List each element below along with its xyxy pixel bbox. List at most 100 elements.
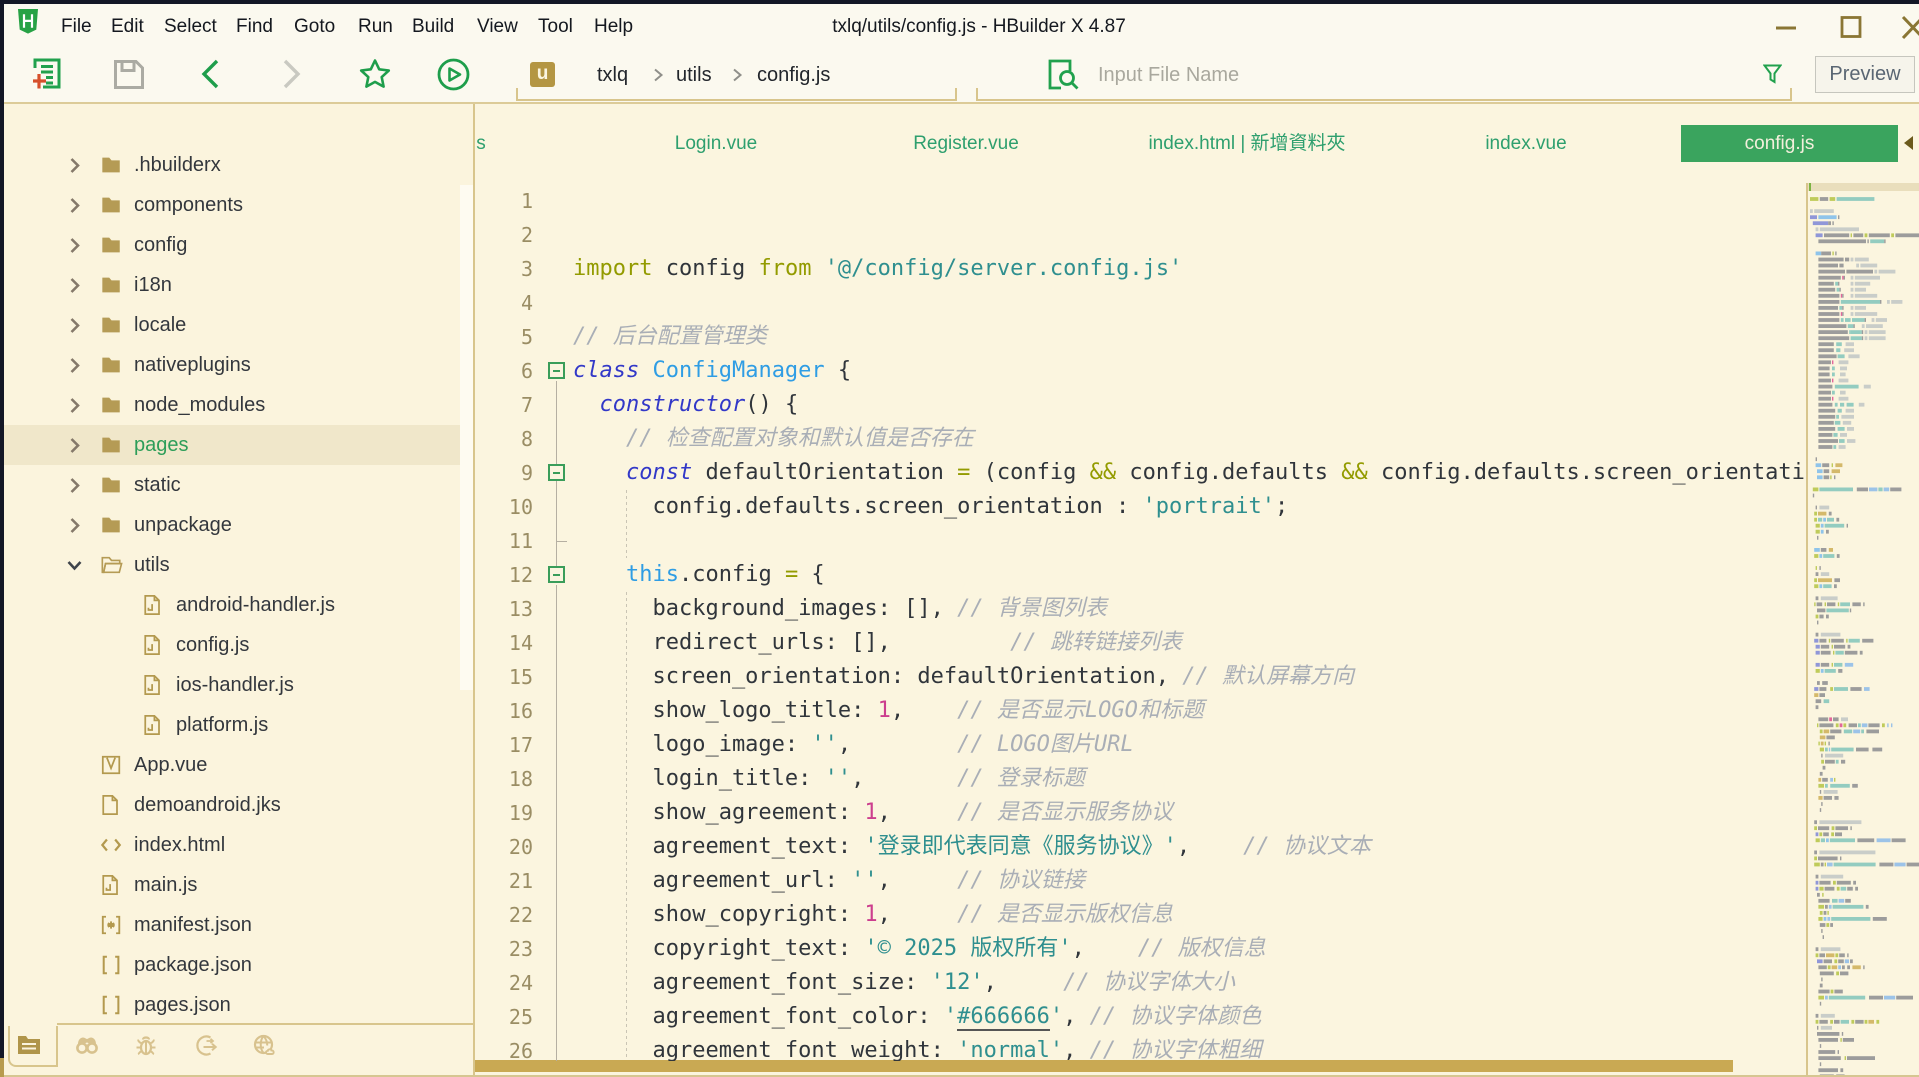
tree-item-components[interactable]: components — [4, 185, 460, 225]
uni-app-logo-icon: u — [530, 62, 555, 87]
tree-item-unpackage[interactable]: unpackage — [4, 505, 460, 545]
js-icon — [142, 634, 165, 656]
tab-register-vue[interactable]: Register.vue — [816, 125, 1116, 162]
console-panel-icon[interactable] — [194, 1033, 218, 1057]
code-token-str: '12' — [931, 970, 984, 995]
tree-item-package-json[interactable]: package.json — [4, 945, 460, 985]
code-text: copyright_text: '© 2025 版权所有', // 版权信息 — [573, 932, 1266, 966]
minimap[interactable] — [1808, 183, 1919, 1077]
chevron-right-icon[interactable] — [66, 517, 83, 534]
menu-help[interactable]: Help — [594, 4, 633, 50]
files-panel-icon[interactable] — [17, 1033, 41, 1057]
run-icon[interactable] — [437, 58, 470, 91]
chevron-down-icon[interactable] — [66, 557, 83, 574]
chevron-right-icon[interactable] — [66, 277, 83, 294]
code-token-pl: background_images: [], — [573, 596, 957, 621]
tree-item-pages-json[interactable]: pages.json — [4, 985, 460, 1025]
tree-item-config[interactable]: config — [4, 225, 460, 265]
breadcrumb-item[interactable]: config.js — [757, 57, 830, 93]
search-panel-icon[interactable] — [75, 1033, 99, 1057]
maximize-button[interactable] — [1827, 4, 1873, 50]
menu-edit[interactable]: Edit — [111, 4, 144, 50]
tree-item-utils[interactable]: utils — [4, 545, 460, 585]
tree-item-ios-handler-js[interactable]: ios-handler.js — [4, 665, 460, 705]
menu-build[interactable]: Build — [412, 4, 454, 50]
tree-item-label: nativeplugins — [134, 345, 251, 385]
fold-marker[interactable] — [548, 362, 565, 379]
tree-item-node-modules[interactable]: node_modules — [4, 385, 460, 425]
tree-item-config-js[interactable]: config.js — [4, 625, 460, 665]
back-icon[interactable] — [201, 59, 219, 89]
line-number: 14 — [475, 626, 533, 660]
menu-run[interactable]: Run — [358, 4, 393, 50]
editor-horizontal-scrollbar[interactable] — [475, 1060, 1733, 1072]
code-text: import config from '@/config/server.conf… — [573, 252, 1182, 286]
chevron-right-icon[interactable] — [66, 317, 83, 334]
debug-panel-icon[interactable] — [134, 1033, 158, 1057]
chevron-right-icon[interactable] — [66, 477, 83, 494]
tree-item-static[interactable]: static — [4, 465, 460, 505]
menu-file[interactable]: File — [61, 4, 92, 50]
code-token-pl: show_logo_title: — [573, 698, 878, 723]
tree-item--hbuilderx[interactable]: .hbuilderx — [4, 145, 460, 185]
tree-item-locale[interactable]: locale — [4, 305, 460, 345]
tree-item-demoandroid-jks[interactable]: demoandroid.jks — [4, 785, 460, 825]
code-token-num: 1 — [864, 902, 877, 927]
close-button[interactable] — [1890, 4, 1919, 50]
code-line-23: 23 copyright_text: '© 2025 版权所有', // 版权信… — [475, 932, 1806, 966]
tab-index-html-[interactable]: index.html | 新增資料夾 — [1097, 125, 1397, 162]
chevron-right-icon[interactable] — [66, 437, 83, 454]
web-panel-icon[interactable] — [253, 1033, 277, 1057]
favorite-star-icon[interactable] — [359, 58, 391, 89]
minimize-button[interactable] — [1763, 4, 1809, 50]
tree-item-app-vue[interactable]: App.vue — [4, 745, 460, 785]
menu-goto[interactable]: Goto — [294, 4, 335, 50]
menu-select[interactable]: Select — [164, 4, 217, 50]
fold-marker[interactable] — [548, 566, 565, 583]
forward-icon[interactable] — [283, 59, 301, 89]
chevron-right-icon[interactable] — [66, 197, 83, 214]
chevron-right-icon[interactable] — [66, 157, 83, 174]
breadcrumb-item[interactable]: txlq — [597, 57, 628, 93]
new-file-icon[interactable] — [33, 58, 61, 89]
code-token-pl: , — [891, 698, 957, 723]
chevron-right-icon[interactable] — [66, 237, 83, 254]
tree-item-index-html[interactable]: index.html — [4, 825, 460, 865]
menu-view[interactable]: View — [477, 4, 518, 50]
code-line-15: 15 screen_orientation: defaultOrientatio… — [475, 660, 1806, 694]
save-icon[interactable] — [114, 60, 144, 89]
tab-scroll-left-icon[interactable] — [1904, 136, 1913, 150]
code-token-pl: show_agreement: — [573, 800, 864, 825]
code-token-pl: , — [878, 868, 957, 893]
chevron-right-icon[interactable] — [66, 397, 83, 414]
filter-icon[interactable] — [1763, 64, 1782, 84]
minimap-viewport[interactable] — [1808, 183, 1919, 191]
tree-item-i18n[interactable]: i18n — [4, 265, 460, 305]
code-token-op: from — [758, 256, 811, 281]
chevron-right-icon[interactable] — [66, 357, 83, 374]
tree-item-label: components — [134, 185, 243, 225]
folder-icon — [100, 154, 123, 176]
tree-item-pages[interactable]: pages — [4, 425, 460, 465]
line-number: 18 — [475, 762, 533, 796]
code-pane[interactable]: 123import config from '@/config/server.c… — [475, 184, 1806, 1061]
tab-config-js[interactable]: config.js — [1681, 125, 1898, 162]
code-line-16: 16 show_logo_title: 1, // 是否显示LOGO和标题 — [475, 694, 1806, 728]
tab-index-vue[interactable]: index.vue — [1376, 125, 1676, 162]
line-number: 8 — [475, 422, 533, 456]
tree-item-android-handler-js[interactable]: android-handler.js — [4, 585, 460, 625]
preview-button[interactable]: Preview — [1815, 56, 1915, 93]
menu-tool[interactable]: Tool — [538, 4, 573, 50]
breadcrumb-item[interactable]: utils — [676, 57, 712, 93]
fold-marker[interactable] — [548, 464, 565, 481]
tree-item-main-js[interactable]: main.js — [4, 865, 460, 905]
tree-item-nativeplugins[interactable]: nativeplugins — [4, 345, 460, 385]
line-number: 13 — [475, 592, 533, 626]
tree-item-manifest-json[interactable]: manifest.json — [4, 905, 460, 945]
code-token-str: ' — [944, 1004, 957, 1029]
tree-item-label: .hbuilderx — [134, 145, 221, 185]
tree-item-platform-js[interactable]: platform.js — [4, 705, 460, 745]
code-text: agreement_url: '', // 协议链接 — [573, 864, 1085, 898]
menu-find[interactable]: Find — [236, 4, 273, 50]
code-token-str-ul: #666666 — [957, 1004, 1050, 1031]
